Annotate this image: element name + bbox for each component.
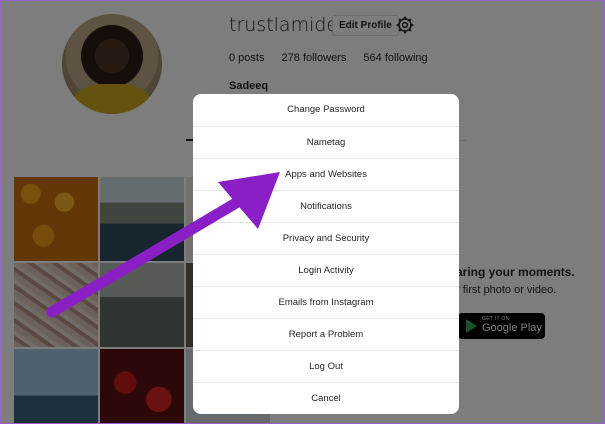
annotation-arrow-icon [46, 172, 280, 318]
